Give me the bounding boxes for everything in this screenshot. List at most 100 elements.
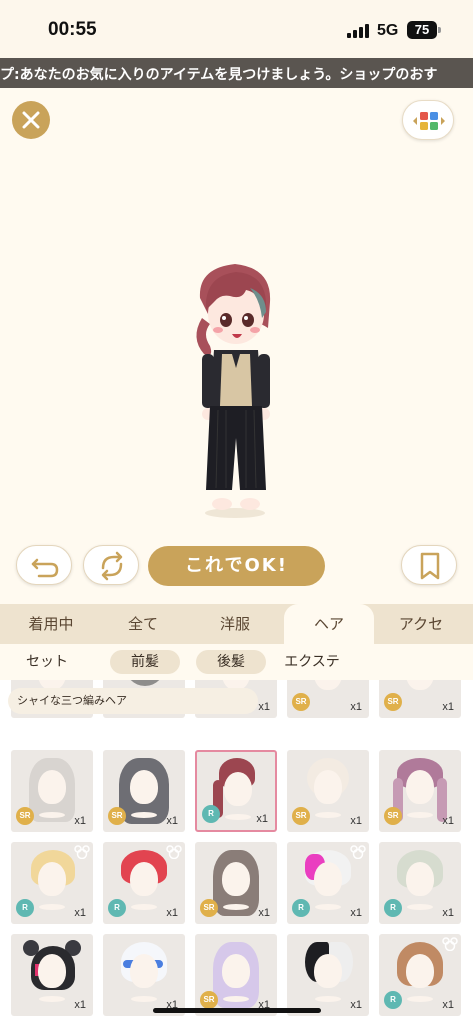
item-count: x1 (166, 907, 178, 919)
hair-item[interactable]: R x1 (195, 750, 277, 832)
mannequin-head (314, 862, 342, 896)
network-type: 5G (377, 22, 399, 39)
rarity-badge: SR (384, 693, 402, 711)
mannequin-head (314, 954, 342, 988)
avatar-character (196, 264, 271, 518)
hair-item[interactable]: R x1 (11, 934, 93, 1016)
subtab-back-hair[interactable]: 後髪 (196, 650, 266, 674)
hair-item[interactable]: R x1 (287, 842, 369, 924)
bookmark-button[interactable] (401, 545, 457, 585)
tab-accessories[interactable]: アクセ (376, 604, 466, 644)
rarity-badge: SR (292, 693, 310, 711)
rarity-badge: R (16, 899, 34, 917)
hair-item[interactable]: x1 (287, 934, 369, 1016)
mannequin-head (222, 862, 250, 896)
hair-item[interactable]: SR x1 (379, 680, 461, 718)
item-count: x1 (442, 815, 454, 827)
color-grid-icon (413, 112, 445, 130)
tab-hair[interactable]: ヘア (284, 604, 374, 644)
subtab-set[interactable]: セット (14, 650, 80, 674)
hair-subtabs: セット 前髪 後髪 エクステ (0, 644, 473, 680)
mannequin-head (130, 954, 158, 988)
hair-item[interactable]: SR x1 (287, 750, 369, 832)
confirm-button[interactable]: これでOK! (148, 546, 325, 586)
hair-preview (125, 680, 165, 686)
tab-all[interactable]: 全て (98, 604, 188, 644)
mannequin-stand (407, 996, 433, 1002)
rarity-badge: SR (200, 899, 218, 917)
rarity-badge: R (384, 991, 402, 1009)
rarity-badge: R (384, 899, 402, 917)
undo-button[interactable] (16, 545, 72, 585)
mannequin-head (222, 954, 250, 988)
rarity-badge: SR (200, 991, 218, 1009)
item-count: x1 (350, 701, 362, 713)
bear-icon (74, 845, 90, 859)
mannequin-stand (223, 904, 249, 910)
hair-item[interactable]: SR x1 (103, 750, 185, 832)
hair-item[interactable]: SR x1 (195, 934, 277, 1016)
subtab-front-hair[interactable]: 前髪 (110, 650, 180, 674)
mannequin-head (130, 770, 158, 804)
item-count: x1 (442, 701, 454, 713)
mannequin-stand (39, 904, 65, 910)
rarity-badge: R (292, 899, 310, 917)
hair-item[interactable]: SR x1 (195, 842, 277, 924)
rarity-badge: SR (108, 807, 126, 825)
battery-icon: 75 (407, 21, 437, 39)
hair-item[interactable]: R x1 (103, 842, 185, 924)
close-button[interactable] (12, 101, 50, 139)
mannequin-head (406, 954, 434, 988)
bookmark-icon (420, 552, 440, 580)
item-count: x1 (442, 907, 454, 919)
mannequin-stand (131, 812, 157, 818)
mannequin-stand (131, 996, 157, 1002)
item-count: x1 (258, 907, 270, 919)
bear-icon (442, 937, 458, 951)
undo-icon (31, 558, 59, 578)
hair-item[interactable]: SR x1 (11, 750, 93, 832)
mannequin-stand (39, 812, 65, 818)
home-indicator[interactable] (153, 1008, 321, 1013)
mannequin-stand (39, 996, 65, 1002)
hair-item[interactable]: R x1 (379, 934, 461, 1016)
item-count: x1 (258, 701, 270, 713)
mannequin-stand (315, 996, 341, 1002)
hair-item[interactable]: R x1 (379, 842, 461, 924)
mannequin-stand (315, 812, 341, 818)
status-time: 00:55 (48, 19, 97, 40)
hair-item[interactable]: R x1 (11, 842, 93, 924)
mannequin-head (224, 772, 252, 806)
color-palette-button[interactable] (402, 100, 454, 140)
mannequin-stand (315, 904, 341, 910)
rarity-badge: R (108, 899, 126, 917)
mannequin-head (38, 862, 66, 896)
selected-item-name: シャイな三つ編みヘア (8, 688, 258, 714)
hair-item[interactable]: x1 (103, 934, 185, 1016)
mannequin-head (406, 862, 434, 896)
item-count: x1 (74, 907, 86, 919)
subtab-extensions[interactable]: エクステ (274, 650, 350, 674)
rarity-badge: SR (292, 807, 310, 825)
rarity-badge: SR (384, 807, 402, 825)
tab-clothes[interactable]: 洋服 (190, 604, 280, 644)
item-count: x1 (74, 815, 86, 827)
hair-item[interactable]: SR x1 (379, 750, 461, 832)
mannequin-head (314, 770, 342, 804)
mannequin-stand (223, 996, 249, 1002)
mannequin-head (38, 954, 66, 988)
item-grid: R x1 SR x1 R x1 SR x1 SR x1 シャイな三つ編みヘア S… (0, 680, 473, 1024)
refresh-button[interactable] (83, 545, 139, 585)
category-tabs: 着用中 全て 洋服 ヘア アクセ (0, 604, 473, 644)
bear-icon (166, 845, 182, 859)
hair-item[interactable]: SR x1 (287, 680, 369, 718)
refresh-icon (101, 551, 123, 581)
tab-wearing[interactable]: 着用中 (6, 604, 96, 644)
status-bar: 00:55 5G 75 (0, 0, 473, 58)
close-icon (22, 111, 40, 129)
mannequin-stand (407, 904, 433, 910)
item-count: x1 (256, 813, 268, 825)
mannequin-head (314, 680, 342, 690)
signal-icon (347, 24, 369, 38)
ticker-text: プ:あなたのお気に入りのアイテムを見つけましょう。ショップのおす (0, 67, 438, 83)
